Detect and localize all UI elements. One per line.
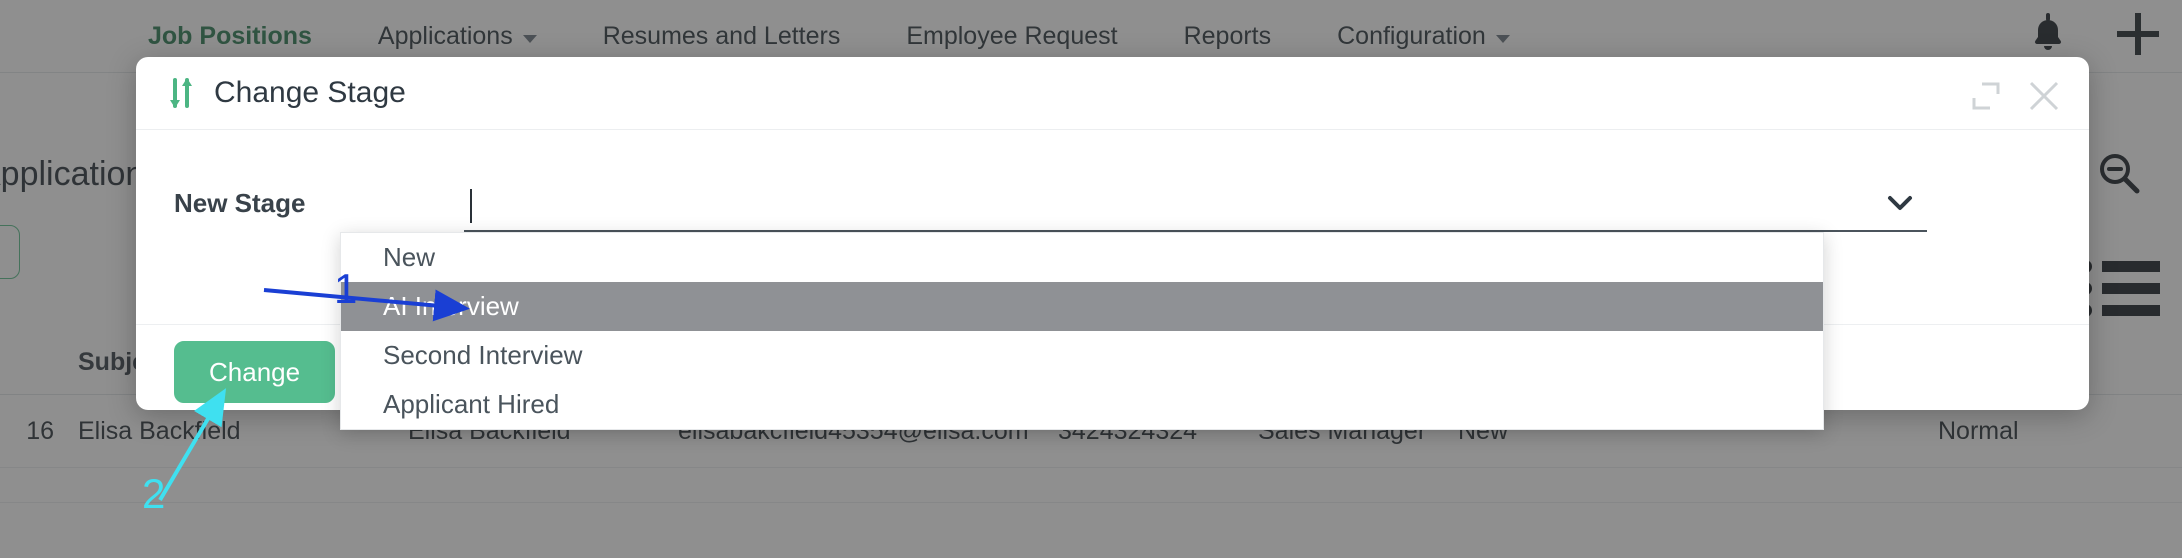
- sliders-icon: [164, 76, 198, 110]
- dialog-header-actions: [1971, 79, 2061, 113]
- expand-icon[interactable]: [1971, 81, 2001, 111]
- close-icon[interactable]: [2027, 79, 2061, 113]
- chevron-down-icon[interactable]: [1887, 190, 1913, 216]
- dialog-header: Change Stage: [136, 57, 2089, 130]
- dropdown-option-applicant-hired[interactable]: Applicant Hired: [341, 380, 1823, 429]
- new-stage-label: New Stage: [174, 188, 306, 218]
- dropdown-option-new[interactable]: New: [341, 233, 1823, 282]
- dialog-title: Change Stage: [214, 76, 406, 109]
- dropdown-option-second-interview[interactable]: Second Interview: [341, 331, 1823, 380]
- new-stage-select[interactable]: [464, 182, 1927, 232]
- text-cursor: [470, 189, 472, 223]
- change-button[interactable]: Change: [174, 341, 336, 403]
- dropdown-option-ai-interview[interactable]: AI Interview: [341, 282, 1823, 331]
- new-stage-control: [464, 182, 1927, 232]
- stage-dropdown-list: New AI Interview Second Interview Applic…: [340, 232, 1824, 430]
- new-stage-field-row: New Stage: [136, 182, 2089, 232]
